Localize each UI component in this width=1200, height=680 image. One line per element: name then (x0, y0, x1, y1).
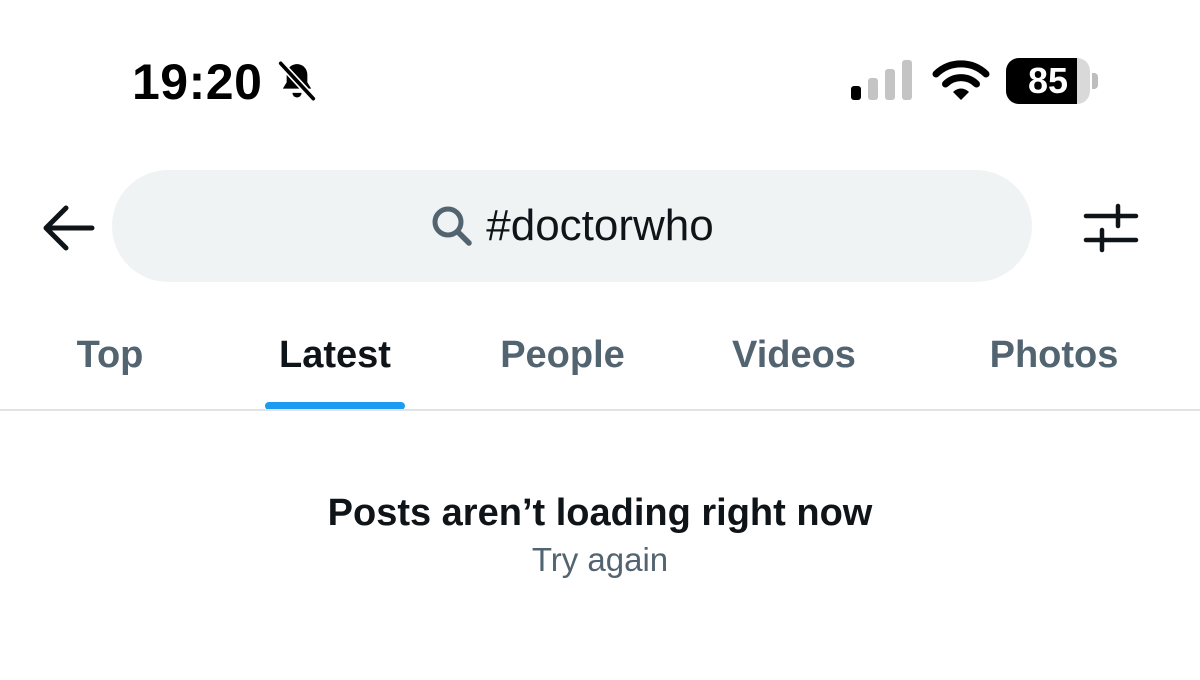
wifi-icon (932, 60, 990, 100)
search-query[interactable]: #doctorwho (486, 201, 713, 251)
try-again-link[interactable]: Try again (532, 538, 668, 582)
sliders-icon[interactable] (1082, 200, 1140, 256)
battery-cap (1092, 73, 1098, 89)
tab-videos[interactable]: Videos (710, 300, 878, 410)
search-field-content: #doctorwho (112, 170, 1032, 282)
tab-people[interactable]: People (475, 300, 650, 410)
battery-indicator: 85 (1006, 58, 1098, 104)
battery-percent: 85 (1027, 60, 1069, 101)
tab-photos[interactable]: Photos (970, 300, 1138, 410)
error-title: Posts aren’t loading right now (327, 492, 873, 534)
tabs-divider (0, 409, 1200, 411)
arrow-left-icon[interactable] (38, 200, 98, 256)
search-icon (432, 206, 472, 246)
bell-slash-icon (277, 59, 317, 103)
tab-top[interactable]: Top (40, 300, 180, 410)
battery-body: 85 (1006, 58, 1090, 104)
search-tabs: Top Latest People Videos Photos (0, 300, 1200, 410)
status-bar: 19:20 85 (0, 0, 1200, 150)
status-time: 19:20 (132, 54, 263, 110)
tab-latest[interactable]: Latest (255, 300, 415, 410)
cellular-signal-icon (851, 60, 912, 100)
error-message: Posts aren’t loading right now Try again (0, 488, 1200, 582)
search-field[interactable]: #doctorwho (112, 170, 1032, 282)
